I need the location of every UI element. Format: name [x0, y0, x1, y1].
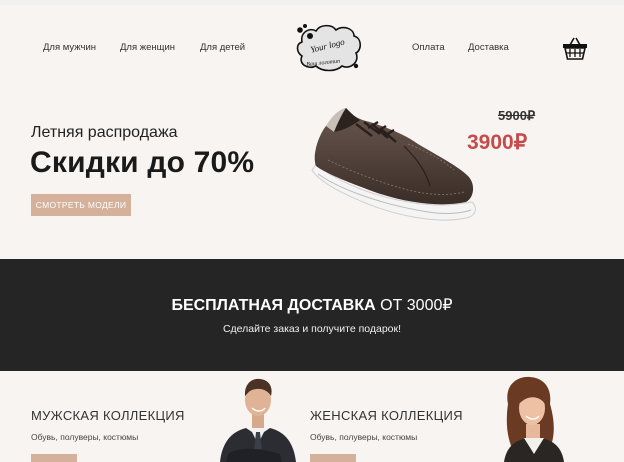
page: Для мужчин Для женщин Для детей Оплата Д…: [0, 0, 624, 462]
sale-price: 3900₽: [467, 131, 528, 154]
mens-collection-button[interactable]: [31, 454, 77, 462]
nav-link-men[interactable]: Для мужчин: [43, 42, 96, 53]
hero-subtitle: Летняя распродажа: [31, 124, 178, 141]
promo-headline: БЕСПЛАТНАЯ ДОСТАВКА ОТ 3000₽: [0, 295, 624, 315]
womens-collection-subtitle: Обувь, полуверы, костюмы: [310, 432, 418, 442]
shopping-basket-icon[interactable]: [562, 36, 588, 60]
promo-headline-rest: ОТ 3000₽: [375, 297, 453, 314]
shoe-image: [311, 108, 476, 221]
woman-photo: [504, 376, 564, 462]
womens-collection-title: ЖЕНСКАЯ КОЛЛЕКЦИЯ: [310, 408, 463, 423]
mens-collection-subtitle: Обувь, полуверы, костюмы: [31, 432, 139, 442]
nav-link-delivery[interactable]: Доставка: [468, 42, 509, 53]
promo-headline-bold: БЕСПЛАТНАЯ ДОСТАВКА: [171, 297, 376, 314]
womens-collection-button[interactable]: [310, 454, 356, 462]
promo-band: [0, 259, 624, 371]
view-models-button[interactable]: СМОТРЕТЬ МОДЕЛИ: [31, 194, 131, 216]
man-photo: [220, 378, 296, 462]
nav-link-women[interactable]: Для женщин: [120, 42, 175, 53]
promo-subtext: Сделайте заказ и получите подарок!: [222, 323, 402, 335]
hero-title: Скидки до 70%: [30, 146, 255, 179]
nav-link-kids[interactable]: Для детей: [200, 42, 245, 53]
site-logo[interactable]: Your logo Ваш логотип: [296, 22, 362, 72]
mens-collection-title: МУЖСКАЯ КОЛЛЕКЦИЯ: [31, 408, 185, 423]
nav-link-payment[interactable]: Оплата: [412, 42, 445, 53]
old-price: 5900₽: [498, 108, 536, 123]
